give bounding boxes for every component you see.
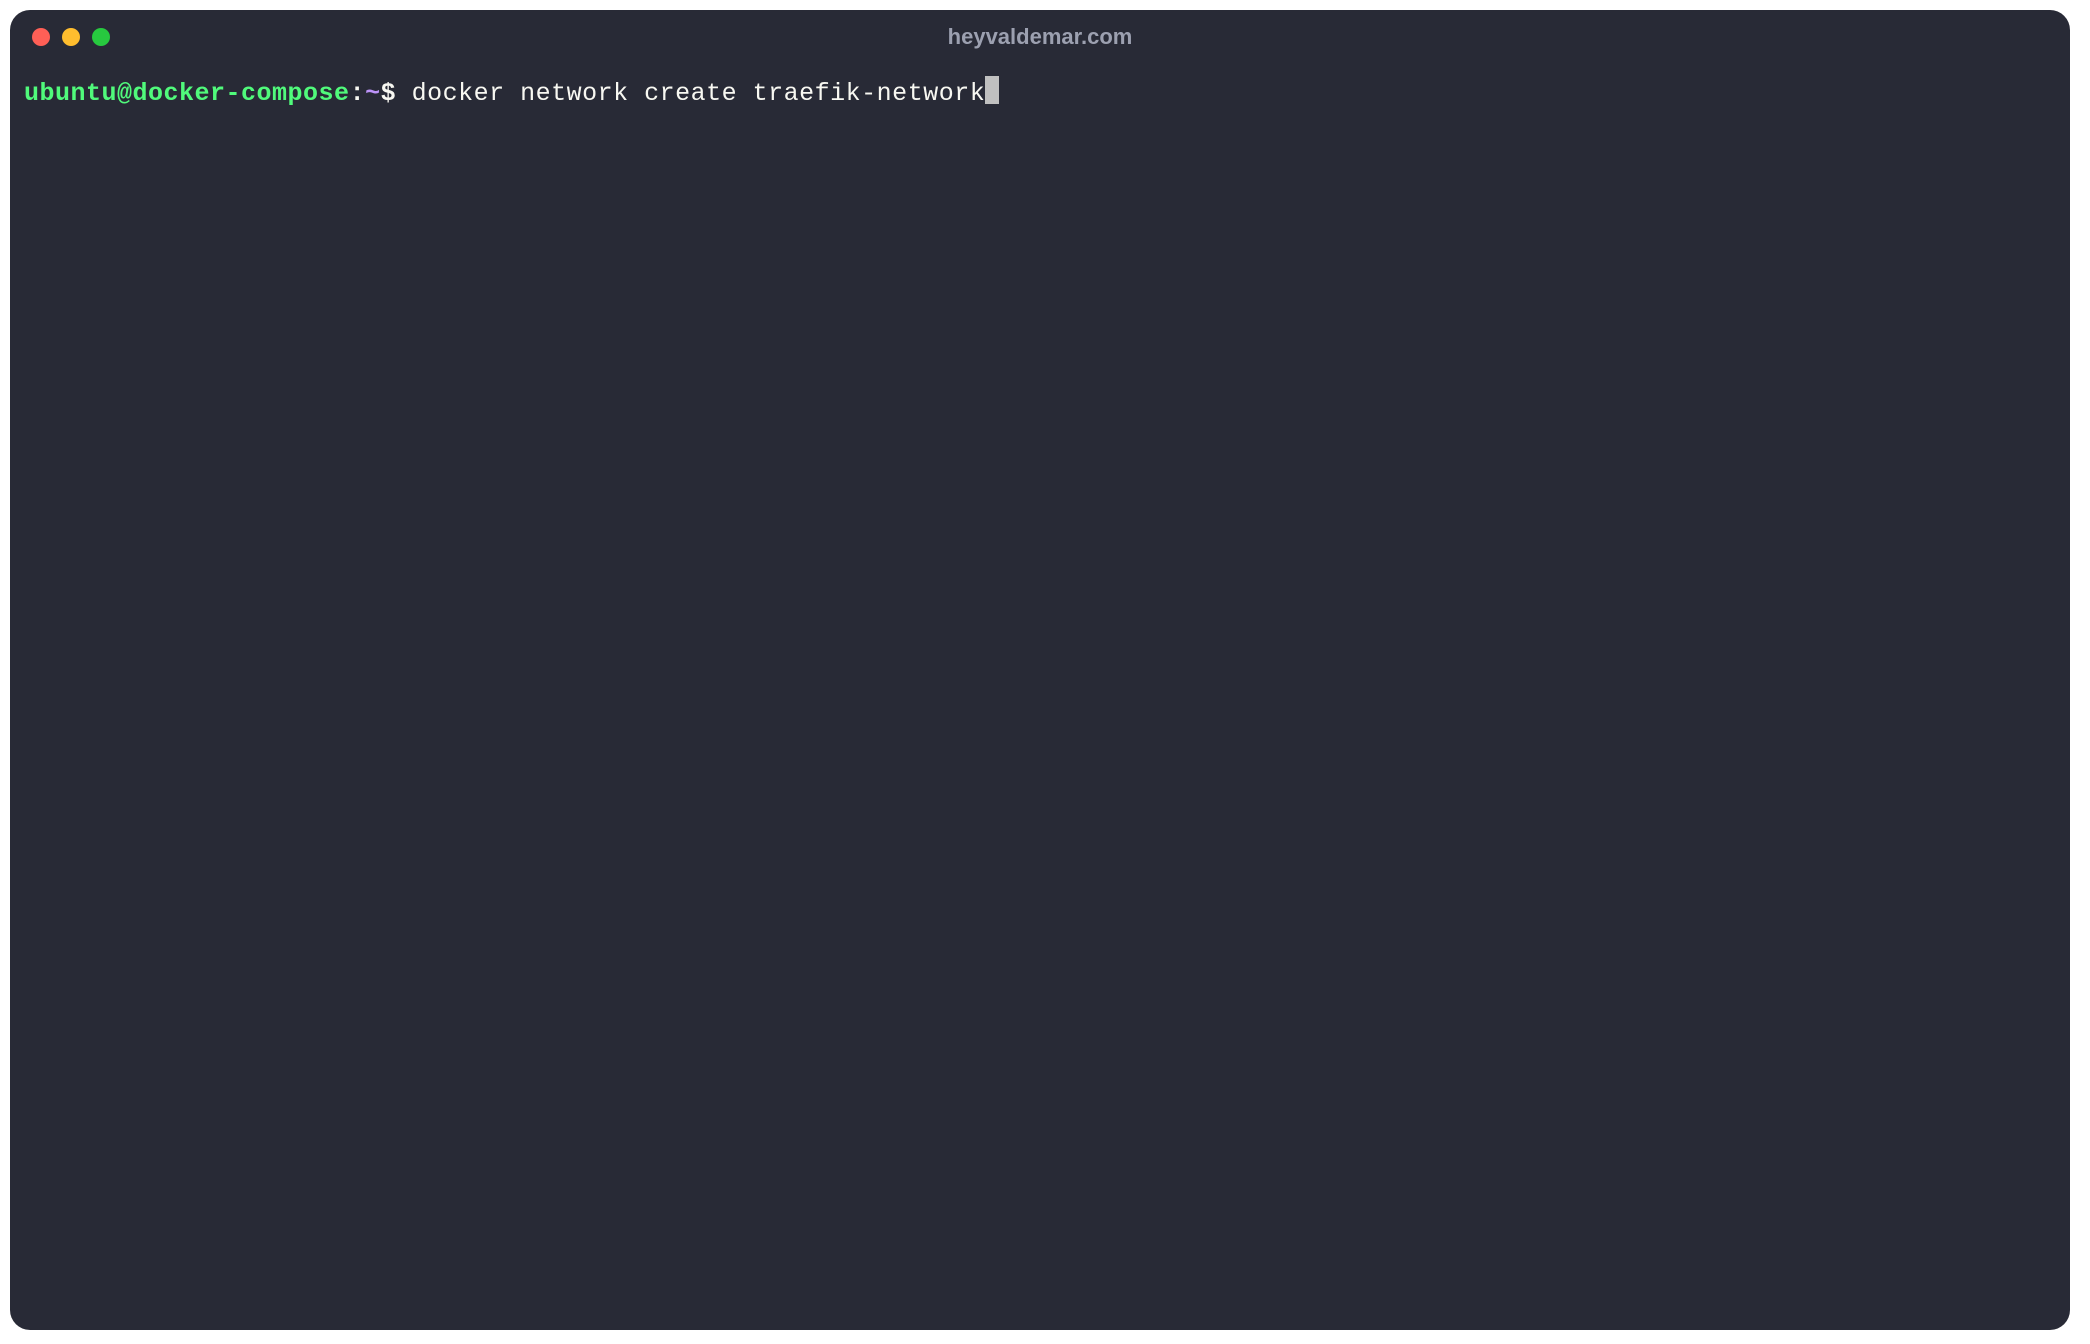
cursor-icon [985,76,999,104]
prompt-colon: : [350,76,366,111]
prompt-symbol: $ [381,76,412,111]
prompt-user-host: ubuntu@docker-compose [24,76,350,111]
prompt-path: ~ [365,76,381,111]
titlebar: heyvaldemar.com [10,10,2070,64]
close-button[interactable] [32,28,50,46]
minimize-button[interactable] [62,28,80,46]
command-input[interactable]: docker network create traefik-network [412,76,986,111]
prompt-line: ubuntu@docker-compose:~$ docker network … [24,76,2056,111]
window-title: heyvaldemar.com [948,24,1133,50]
terminal-window: heyvaldemar.com ubuntu@docker-compose:~$… [10,10,2070,1330]
traffic-lights [32,28,110,46]
maximize-button[interactable] [92,28,110,46]
terminal-body[interactable]: ubuntu@docker-compose:~$ docker network … [10,64,2070,1330]
